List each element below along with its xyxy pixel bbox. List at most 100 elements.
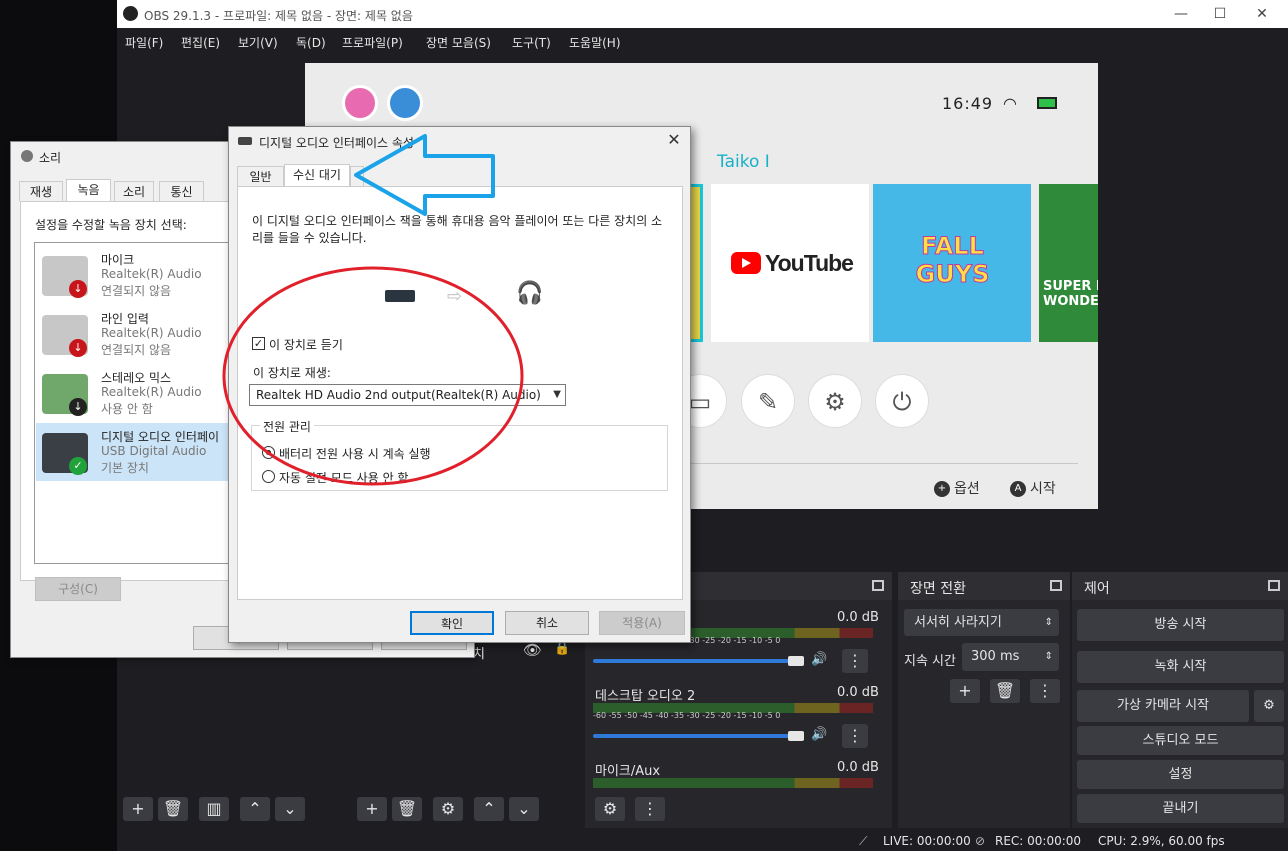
youtube-label: YouTube — [765, 250, 854, 276]
remove-source-icon[interactable]: 🗑 — [392, 797, 422, 821]
gear-icon[interactable]: ⚙ — [1254, 690, 1284, 722]
properties-title: 디지털 오디오 인터페이스 속성 — [259, 136, 414, 150]
settings-gear-icon[interactable]: ⚙ — [808, 374, 862, 428]
rec-icon: ⊘ — [975, 834, 986, 848]
source-up-icon[interactable]: ⌃ — [474, 797, 504, 821]
popout-icon[interactable] — [1268, 580, 1280, 591]
list-item-selected[interactable]: ✓ 디지털 오디오 인터페이 USB Digital Audio 기본 장치 — [36, 423, 233, 481]
radio-keep-running[interactable] — [262, 446, 275, 459]
device-status: 연결되지 않음 — [101, 343, 172, 357]
configure-button[interactable]: 구성(C) — [35, 577, 121, 601]
power-icon[interactable]: ⏻ — [875, 374, 929, 428]
spinner-icon[interactable]: ⇕ — [1045, 643, 1053, 671]
mixer-settings-icon[interactable]: ⚙ — [595, 797, 625, 821]
popout-icon[interactable] — [1050, 580, 1062, 591]
menu-view[interactable]: 보기(V) — [238, 34, 278, 51]
clock: 16:49 — [942, 94, 994, 113]
duration-spinbox[interactable]: 300 ms ⇕ — [962, 643, 1059, 671]
list-item[interactable]: ↓ 스테레오 믹스 Realtek(R) Audio 사용 안 함 — [36, 364, 233, 422]
start-virtual-camera-button[interactable]: 가상 카메라 시작 — [1077, 690, 1249, 722]
menu-help[interactable]: 도움말(H) — [569, 34, 621, 51]
maximize-icon[interactable]: ☐ — [1205, 4, 1235, 24]
ok-button[interactable]: 확인 — [410, 611, 494, 635]
device-name: 마이크 — [101, 253, 135, 267]
remove-transition-icon[interactable]: 🗑 — [990, 679, 1020, 703]
obs-menubar: 파일(F) 편집(E) 보기(V) 독(D) 프로파일(P) 장면 모음(S) … — [117, 28, 1288, 54]
volume-slider-knob[interactable] — [788, 731, 804, 741]
start-streaming-button[interactable]: 방송 시작 — [1077, 609, 1284, 641]
playback-device-value: Realtek HD Audio 2nd output(Realtek(R) A… — [256, 388, 541, 402]
volume-slider[interactable] — [593, 734, 803, 738]
playback-device-select[interactable]: Realtek HD Audio 2nd output(Realtek(R) A… — [249, 384, 566, 406]
scene-down-icon[interactable]: ⌄ — [275, 797, 305, 821]
minimize-icon[interactable]: — — [1166, 4, 1196, 24]
list-item[interactable]: ↓ 마이크 Realtek(R) Audio 연결되지 않음 — [36, 246, 233, 304]
menu-profile[interactable]: 프로파일(P) — [342, 34, 403, 51]
controller-icon[interactable]: ✎ — [741, 374, 795, 428]
tab-more[interactable] — [350, 166, 364, 186]
tab-playback[interactable]: 재생 — [19, 181, 63, 201]
studio-mode-button[interactable]: 스튜디오 모드 — [1077, 726, 1284, 755]
radio-disable-sleep[interactable] — [262, 470, 275, 483]
device-name: 디지털 오디오 인터페이 — [101, 430, 220, 444]
scene-up-icon[interactable]: ⌃ — [240, 797, 270, 821]
tab-sounds[interactable]: 소리 — [114, 181, 154, 201]
youtube-tile[interactable]: YouTube — [711, 184, 869, 342]
mario-tile[interactable]: SUPER MARIO BROS. WONDER — [1039, 184, 1098, 342]
list-item[interactable]: ↓ 라인 입력 Realtek(R) Audio 연결되지 않음 — [36, 305, 233, 363]
apply-button[interactable]: 적용(A) — [599, 611, 685, 635]
tab-recording[interactable]: 녹음 — [66, 179, 111, 202]
menu-docks[interactable]: 독(D) — [296, 34, 326, 51]
add-scene-button[interactable]: + — [123, 797, 153, 821]
network-icon: ⟋ — [859, 834, 868, 848]
mixer-menu-icon[interactable]: ⋮ — [635, 797, 665, 821]
volume-slider[interactable] — [593, 659, 803, 663]
settings-button[interactable]: 설정 — [1077, 760, 1284, 789]
exit-button[interactable]: 끝내기 — [1077, 794, 1284, 823]
transition-select[interactable]: 서서히 사라지기 ⇕ — [904, 609, 1059, 636]
eye-icon[interactable]: 👁 — [523, 641, 542, 659]
playback-label: 이 장치로 재생: — [253, 366, 331, 380]
tab-listen[interactable]: 수신 대기 — [284, 164, 350, 187]
speaker-icon[interactable]: 🔊 — [811, 727, 827, 742]
close-icon[interactable]: ✕ — [1247, 4, 1277, 24]
start-recording-button[interactable]: 녹화 시작 — [1077, 651, 1284, 683]
cancel-button[interactable]: 취소 — [505, 611, 589, 635]
controls-header: 제어 — [1072, 572, 1288, 600]
add-source-button[interactable]: + — [357, 797, 387, 821]
transition-menu-icon[interactable]: ⋮ — [1030, 679, 1060, 703]
menu-file[interactable]: 파일(F) — [125, 34, 163, 51]
menu-tools[interactable]: 도구(T) — [512, 34, 551, 51]
close-icon[interactable]: ✕ — [664, 130, 684, 150]
controls-dock: 제어 방송 시작 녹화 시작 가상 카메라 시작 ⚙ 스튜디오 모드 설정 끝내… — [1072, 572, 1288, 828]
disabled-badge-icon: ↓ — [69, 398, 87, 416]
source-settings-icon[interactable]: ⚙ — [433, 797, 463, 821]
youtube-icon — [731, 252, 761, 274]
fall-guys-tile[interactable]: FALL GUYS — [873, 184, 1031, 342]
speaker-icon[interactable]: 🔊 — [811, 652, 827, 667]
obs-logo-icon — [123, 6, 138, 21]
track-menu-icon[interactable]: ⋮ — [842, 649, 868, 673]
volume-slider-knob[interactable] — [788, 656, 804, 666]
scene-filter-icon[interactable]: ▥ — [199, 797, 229, 821]
popout-icon[interactable] — [872, 580, 884, 591]
transitions-dock: 장면 전환 서서히 사라지기 ⇕ 지속 시간 300 ms ⇕ + 🗑 ⋮ — [898, 572, 1070, 828]
menu-scene-collection[interactable]: 장면 모음(S) — [426, 34, 491, 51]
tab-general[interactable]: 일반 — [237, 166, 284, 186]
tab-communications[interactable]: 통신 — [159, 181, 204, 201]
track-menu-icon[interactable]: ⋮ — [842, 724, 868, 748]
options-hint: + 옵션 — [934, 478, 980, 498]
device-driver: USB Digital Audio — [101, 444, 207, 458]
lock-icon[interactable]: 🔒 — [554, 641, 570, 656]
speaker-icon — [21, 150, 33, 162]
menu-edit[interactable]: 편집(E) — [181, 34, 220, 51]
arrow-right-icon: ⇨ — [447, 286, 463, 307]
listen-checkbox[interactable]: ✓ — [252, 337, 265, 350]
avatar — [387, 85, 423, 121]
cpu-fps: CPU: 2.9%, 60.00 fps — [1098, 834, 1225, 848]
source-down-icon[interactable]: ⌄ — [509, 797, 539, 821]
transition-selected: 서서히 사라지기 — [914, 615, 1002, 630]
remove-scene-icon[interactable]: 🗑 — [158, 797, 188, 821]
add-transition-button[interactable]: + — [950, 679, 980, 703]
device-status: 사용 안 함 — [101, 402, 153, 416]
